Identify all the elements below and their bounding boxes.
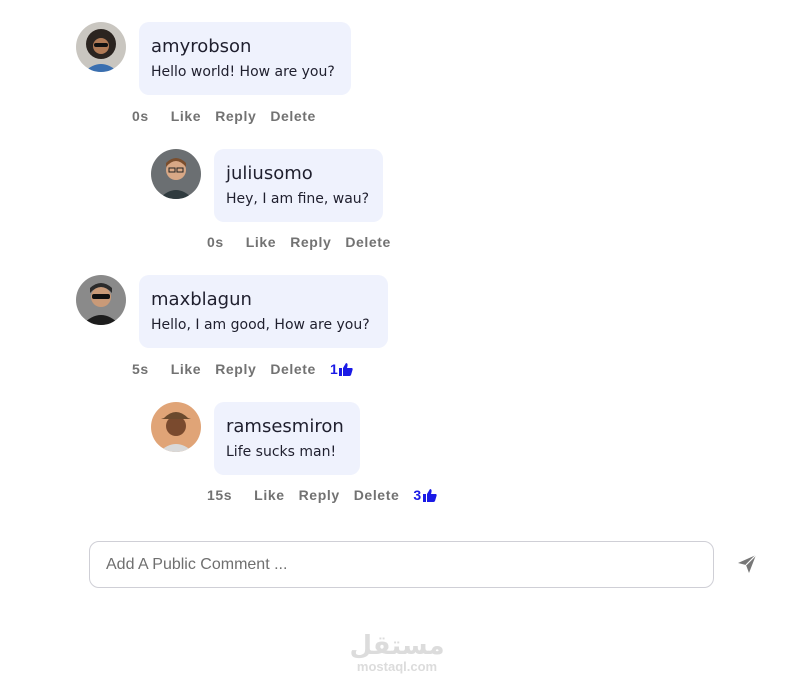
like-count-value: 3	[413, 487, 422, 503]
comment-bubble: juliusomo Hey, I am fine, wau?	[214, 149, 383, 222]
avatar-image	[151, 149, 201, 199]
avatar[interactable]	[76, 275, 126, 325]
comment-text: Hey, I am fine, wau?	[226, 191, 370, 207]
comment-bubble: amyrobson Hello world! How are you?	[139, 22, 351, 95]
comment-bubble: ramsesmiron Life sucks man!	[214, 402, 360, 475]
avatar[interactable]	[151, 402, 201, 452]
comment-bubble: maxblagun Hello, I am good, How are you?	[139, 275, 388, 348]
timestamp: 15s	[207, 487, 233, 503]
thumbs-up-icon	[339, 362, 354, 376]
watermark: مستقل mostaql.com	[347, 632, 447, 674]
watermark-latin: mostaql.com	[356, 659, 438, 674]
thumbs-up-icon	[422, 488, 437, 502]
avatar[interactable]	[76, 22, 126, 72]
username[interactable]: juliusomo	[226, 163, 313, 184]
like-count: 1	[329, 361, 354, 377]
avatar-image	[76, 22, 126, 72]
timestamp: 5s	[132, 361, 149, 377]
like-button[interactable]: Like	[246, 234, 276, 250]
reply-button[interactable]: Reply	[215, 108, 256, 124]
like-button[interactable]: Like	[254, 487, 284, 503]
like-button[interactable]: Like	[171, 361, 201, 377]
delete-button[interactable]: Delete	[345, 234, 391, 250]
avatar-image	[76, 275, 126, 325]
timestamp: 0s	[207, 234, 224, 250]
reply-button[interactable]: Reply	[215, 361, 256, 377]
delete-button[interactable]: Delete	[270, 108, 316, 124]
reply-button[interactable]: Reply	[299, 487, 340, 503]
comment-actions: 0s Like Reply Delete	[207, 234, 405, 250]
watermark-arabic: مستقل	[349, 631, 445, 661]
avatar-image	[151, 402, 201, 452]
reply-button[interactable]: Reply	[290, 234, 331, 250]
comment-text: Hello, I am good, How are you?	[151, 317, 370, 333]
delete-button[interactable]: Delete	[270, 361, 316, 377]
username[interactable]: maxblagun	[151, 289, 252, 310]
username[interactable]: ramsesmiron	[226, 416, 344, 437]
comment-text: Hello world! How are you?	[151, 64, 335, 80]
like-count-value: 1	[329, 361, 339, 377]
timestamp: 0s	[132, 108, 149, 124]
comment-input[interactable]	[89, 541, 714, 588]
comment-text: Life sucks man!	[226, 444, 337, 460]
delete-button[interactable]: Delete	[354, 487, 400, 503]
send-icon	[738, 554, 757, 573]
send-button[interactable]	[735, 552, 759, 576]
username[interactable]: amyrobson	[151, 36, 251, 57]
avatar[interactable]	[151, 149, 201, 199]
like-button[interactable]: Like	[171, 108, 201, 124]
like-count: 3	[413, 487, 437, 503]
comment-actions: 0s Like Reply Delete	[132, 108, 330, 124]
comment-actions: 5s Like Reply Delete 1	[132, 361, 367, 377]
comment-actions: 15s Like Reply Delete 3	[207, 487, 451, 503]
